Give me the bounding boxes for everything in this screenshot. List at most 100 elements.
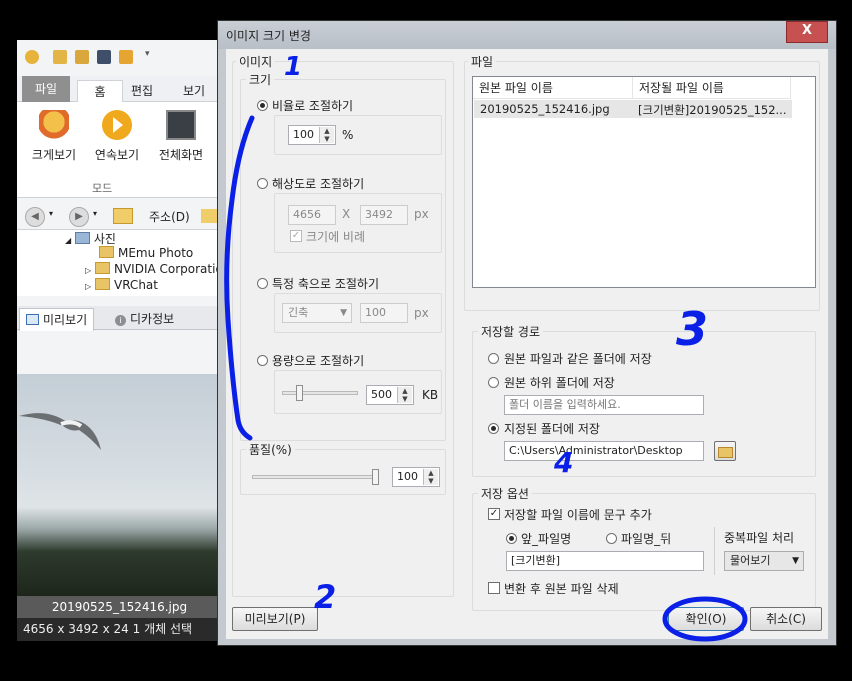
background-app-window: ▾ 파일 홈 편집 보기 크게보기 연속보기 전체화면 모드 ◀ ▾ ▶ ▾ 주… bbox=[17, 40, 222, 641]
customize-chevron-icon[interactable]: ▾ bbox=[145, 49, 150, 59]
axis-select[interactable]: 긴축 ▼ bbox=[282, 303, 352, 323]
chevron-down-icon: ▼ bbox=[792, 556, 799, 566]
fullscreen-button[interactable]: 전체화면 bbox=[151, 110, 211, 163]
axis-value-input[interactable]: 100 bbox=[360, 303, 408, 323]
cancel-button[interactable]: 취소(C) bbox=[750, 607, 822, 631]
duplicate-label: 중복파일 처리 bbox=[724, 531, 795, 545]
filesize-value: 500 bbox=[371, 388, 392, 401]
filesize-radio[interactable] bbox=[257, 355, 268, 366]
quality-slider[interactable] bbox=[252, 475, 378, 479]
expand-icon[interactable]: ▷ bbox=[85, 282, 91, 291]
annotation-4: 4 bbox=[554, 446, 574, 479]
same-folder-radio[interactable] bbox=[488, 353, 499, 364]
ratio-radio[interactable] bbox=[257, 100, 268, 111]
open-folder-icon[interactable] bbox=[53, 50, 67, 64]
continuous-view-button[interactable]: 연속보기 bbox=[87, 110, 147, 163]
filesize-input[interactable]: 500 ▲ ▼ bbox=[366, 385, 414, 405]
quality-spin-icon[interactable]: ▲ ▼ bbox=[423, 469, 438, 485]
close-button[interactable]: X bbox=[786, 21, 828, 43]
collapse-icon[interactable]: ◢ bbox=[65, 236, 71, 245]
fullscreen-icon bbox=[166, 110, 196, 140]
filesize-slider-thumb[interactable] bbox=[296, 385, 303, 401]
file-list[interactable]: 원본 파일 이름 저장될 파일 이름 20190525_152416.jpg [… bbox=[472, 76, 816, 288]
zoom-view-button[interactable]: 크게보기 bbox=[24, 110, 84, 163]
save-options-label: 저장 옵션 bbox=[478, 485, 532, 502]
forward-dropdown-icon[interactable]: ▾ bbox=[93, 209, 97, 218]
save-name-cell: [크기변환]20190525_152... bbox=[638, 103, 787, 117]
continuous-view-label: 연속보기 bbox=[94, 148, 140, 162]
save-path-label: 저장할 경로 bbox=[478, 323, 544, 340]
keep-ratio-checkbox[interactable]: ✓ bbox=[290, 230, 302, 242]
tab-view[interactable]: 보기 bbox=[179, 80, 209, 102]
tab-camera-info-label: 디카정보 bbox=[130, 312, 175, 326]
table-row[interactable]: 20190525_152416.jpg [크기변환]20190525_152..… bbox=[474, 100, 792, 118]
column-original-name[interactable]: 원본 파일 이름 bbox=[473, 77, 633, 99]
duplicate-select[interactable]: 물어보기 ▼ bbox=[724, 551, 804, 571]
tab-file[interactable]: 파일 bbox=[22, 76, 70, 102]
quality-input[interactable]: 100 ▲ ▼ bbox=[392, 467, 440, 487]
ribbon-panel: 크게보기 연속보기 전체화면 모드 bbox=[17, 102, 222, 198]
app-icon[interactable] bbox=[25, 50, 39, 64]
annotation-1: 1 bbox=[284, 52, 303, 82]
position-back-radio[interactable] bbox=[606, 533, 617, 544]
original-name-cell: 20190525_152416.jpg bbox=[480, 102, 610, 116]
play-icon bbox=[102, 110, 132, 140]
annotation-3: 3 bbox=[676, 302, 709, 356]
width-input[interactable]: 4656 bbox=[288, 205, 336, 225]
filesize-label: 용량으로 조절하기 bbox=[272, 354, 365, 368]
ok-button[interactable]: 확인(O) bbox=[668, 607, 744, 631]
axis-radio[interactable] bbox=[257, 278, 268, 289]
resolution-radio[interactable] bbox=[257, 178, 268, 189]
ratio-input[interactable]: 100 ▲ ▼ bbox=[288, 125, 336, 145]
filesize-slider[interactable] bbox=[282, 391, 358, 395]
subfolder-label: 원본 하위 폴더에 저장 bbox=[504, 376, 615, 390]
delete-original-checkbox[interactable] bbox=[488, 582, 500, 594]
browse-folder-button[interactable] bbox=[714, 441, 736, 461]
folder-tree: ◢ 사진 MEmu Photo ▷ NVIDIA Corporation ▷ V… bbox=[17, 230, 222, 296]
quality-slider-thumb[interactable] bbox=[372, 469, 379, 485]
tree-item-vrchat[interactable]: ▷ VRChat bbox=[85, 278, 158, 292]
tree-item-nvidia[interactable]: ▷ NVIDIA Corporation bbox=[85, 262, 222, 276]
tree-item-memu[interactable]: MEmu Photo bbox=[99, 246, 193, 260]
tab-camera-info[interactable]: i 디카정보 bbox=[109, 308, 180, 330]
file-group-label: 파일 bbox=[468, 53, 497, 70]
axis-label: 특정 축으로 조절하기 bbox=[272, 277, 379, 291]
add-text-input[interactable]: [크기변환] bbox=[506, 551, 704, 571]
print-icon[interactable] bbox=[119, 50, 133, 64]
back-icon[interactable]: ◀ bbox=[25, 207, 45, 227]
tab-preview[interactable]: 미리보기 bbox=[19, 308, 95, 331]
tab-home[interactable]: 홈 bbox=[77, 80, 123, 103]
address-bar: ◀ ▾ ▶ ▾ 주소(D) bbox=[17, 202, 222, 230]
column-save-name[interactable]: 저장될 파일 이름 bbox=[633, 77, 791, 99]
back-dropdown-icon[interactable]: ▾ bbox=[49, 209, 53, 218]
height-input[interactable]: 3492 bbox=[360, 205, 408, 225]
add-text-checkbox[interactable]: ✓ bbox=[488, 508, 500, 520]
position-front-radio[interactable] bbox=[506, 533, 517, 544]
tree-item-photos[interactable]: ◢ 사진 bbox=[65, 230, 116, 247]
add-text-label: 저장할 파일 이름에 문구 추가 bbox=[504, 508, 652, 522]
tree-item-label: NVIDIA Corporation bbox=[113, 262, 222, 276]
tab-preview-label: 미리보기 bbox=[43, 313, 88, 327]
expand-icon[interactable]: ▷ bbox=[85, 266, 91, 275]
folder-path-input[interactable]: C:\Users\Administrator\Desktop bbox=[504, 441, 704, 461]
ratio-spin-icon[interactable]: ▲ ▼ bbox=[319, 127, 334, 143]
specified-folder-radio[interactable] bbox=[488, 423, 499, 434]
new-folder-icon[interactable] bbox=[75, 50, 89, 64]
file-name-label: 20190525_152416.jpg bbox=[17, 596, 222, 618]
ratio-unit: % bbox=[342, 128, 354, 142]
size-group-label: 크기 bbox=[246, 71, 275, 88]
preview-button[interactable]: 미리보기(P) bbox=[232, 607, 318, 631]
subfolder-radio[interactable] bbox=[488, 377, 499, 388]
open-folder-icon bbox=[717, 447, 733, 458]
tab-edit[interactable]: 편집 bbox=[127, 80, 157, 102]
position-back-label: 파일명_뒤 bbox=[621, 532, 672, 546]
filesize-spin-icon[interactable]: ▲ ▼ bbox=[397, 387, 412, 403]
forward-icon[interactable]: ▶ bbox=[69, 207, 89, 227]
save-icon[interactable] bbox=[97, 50, 111, 64]
up-folder-icon[interactable] bbox=[113, 208, 133, 224]
seagull-photo-graphic bbox=[19, 413, 101, 450]
x-separator: X bbox=[342, 207, 351, 221]
preview-image bbox=[17, 374, 222, 596]
axis-unit: px bbox=[414, 306, 429, 320]
subfolder-name-input[interactable]: 폴더 이름을 입력하세요. bbox=[504, 395, 704, 415]
